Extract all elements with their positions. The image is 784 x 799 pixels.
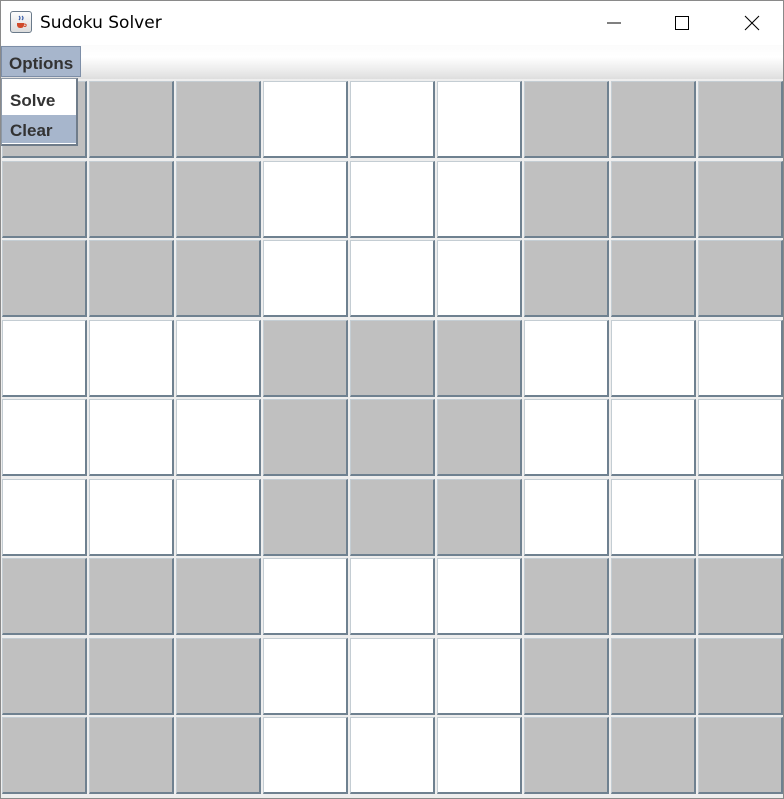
sudoku-cell-r9-c7[interactable] xyxy=(524,717,609,794)
sudoku-cell-r4-c5[interactable] xyxy=(350,320,435,397)
sudoku-grid xyxy=(2,81,783,798)
sudoku-cell-r4-c9[interactable] xyxy=(698,320,783,397)
sudoku-cell-r6-c3[interactable] xyxy=(176,479,261,556)
sudoku-cell-r6-c6[interactable] xyxy=(437,479,522,556)
options-dropdown: Solve Clear xyxy=(1,78,78,146)
close-icon xyxy=(744,15,760,31)
sudoku-cell-r7-c5[interactable] xyxy=(350,558,435,635)
sudoku-cell-r3-c6[interactable] xyxy=(437,240,522,317)
sudoku-cell-r5-c9[interactable] xyxy=(698,399,783,476)
sudoku-cell-r4-c4[interactable] xyxy=(263,320,348,397)
sudoku-cell-r9-c8[interactable] xyxy=(611,717,696,794)
sudoku-cell-r7-c4[interactable] xyxy=(263,558,348,635)
sudoku-cell-r6-c7[interactable] xyxy=(524,479,609,556)
maximize-button[interactable] xyxy=(647,1,717,45)
sudoku-cell-r8-c8[interactable] xyxy=(611,638,696,715)
sudoku-cell-r6-c5[interactable] xyxy=(350,479,435,556)
sudoku-cell-r7-c7[interactable] xyxy=(524,558,609,635)
sudoku-cell-r3-c5[interactable] xyxy=(350,240,435,317)
sudoku-cell-r4-c1[interactable] xyxy=(2,320,87,397)
app-window: Sudoku Solver Options Solve Clear xyxy=(0,0,784,799)
sudoku-cell-r9-c3[interactable] xyxy=(176,717,261,794)
sudoku-cell-r1-c2[interactable] xyxy=(89,81,174,158)
sudoku-cell-r5-c6[interactable] xyxy=(437,399,522,476)
sudoku-cell-r7-c6[interactable] xyxy=(437,558,522,635)
sudoku-cell-r5-c1[interactable] xyxy=(2,399,87,476)
sudoku-cell-r6-c1[interactable] xyxy=(2,479,87,556)
sudoku-cell-r1-c6[interactable] xyxy=(437,81,522,158)
sudoku-cell-r2-c3[interactable] xyxy=(176,161,261,238)
sudoku-cell-r9-c9[interactable] xyxy=(698,717,783,794)
sudoku-cell-r8-c4[interactable] xyxy=(263,638,348,715)
sudoku-cell-r1-c3[interactable] xyxy=(176,81,261,158)
sudoku-cell-r3-c1[interactable] xyxy=(2,240,87,317)
sudoku-cell-r5-c7[interactable] xyxy=(524,399,609,476)
java-cup-icon xyxy=(10,11,32,33)
sudoku-cell-r7-c9[interactable] xyxy=(698,558,783,635)
sudoku-cell-r3-c3[interactable] xyxy=(176,240,261,317)
title-bar[interactable]: Sudoku Solver xyxy=(1,1,783,45)
menu-bar: Options xyxy=(1,45,783,79)
sudoku-cell-r1-c5[interactable] xyxy=(350,81,435,158)
sudoku-cell-r1-c9[interactable] xyxy=(698,81,783,158)
sudoku-cell-r9-c4[interactable] xyxy=(263,717,348,794)
sudoku-cell-r2-c6[interactable] xyxy=(437,161,522,238)
menu-item-solve[interactable]: Solve xyxy=(2,85,76,113)
sudoku-cell-r3-c2[interactable] xyxy=(89,240,174,317)
sudoku-cell-r8-c6[interactable] xyxy=(437,638,522,715)
sudoku-cell-r2-c1[interactable] xyxy=(2,161,87,238)
window-title: Sudoku Solver xyxy=(40,13,162,33)
sudoku-cell-r9-c6[interactable] xyxy=(437,717,522,794)
sudoku-cell-r4-c2[interactable] xyxy=(89,320,174,397)
sudoku-cell-r2-c5[interactable] xyxy=(350,161,435,238)
sudoku-cell-r1-c4[interactable] xyxy=(263,81,348,158)
sudoku-cell-r8-c3[interactable] xyxy=(176,638,261,715)
sudoku-cell-r8-c5[interactable] xyxy=(350,638,435,715)
sudoku-cell-r4-c3[interactable] xyxy=(176,320,261,397)
sudoku-cell-r8-c7[interactable] xyxy=(524,638,609,715)
sudoku-cell-r7-c3[interactable] xyxy=(176,558,261,635)
sudoku-cell-r5-c3[interactable] xyxy=(176,399,261,476)
sudoku-cell-r8-c2[interactable] xyxy=(89,638,174,715)
sudoku-cell-r3-c4[interactable] xyxy=(263,240,348,317)
sudoku-cell-r2-c9[interactable] xyxy=(698,161,783,238)
sudoku-cell-r9-c5[interactable] xyxy=(350,717,435,794)
sudoku-cell-r2-c4[interactable] xyxy=(263,161,348,238)
sudoku-cell-r3-c7[interactable] xyxy=(524,240,609,317)
minimize-icon xyxy=(607,22,621,24)
sudoku-cell-r9-c1[interactable] xyxy=(2,717,87,794)
menu-item-clear[interactable]: Clear xyxy=(2,115,76,143)
sudoku-cell-r4-c8[interactable] xyxy=(611,320,696,397)
sudoku-cell-r9-c2[interactable] xyxy=(89,717,174,794)
sudoku-cell-r5-c4[interactable] xyxy=(263,399,348,476)
sudoku-cell-r2-c8[interactable] xyxy=(611,161,696,238)
sudoku-cell-r4-c7[interactable] xyxy=(524,320,609,397)
close-button[interactable] xyxy=(717,1,783,45)
sudoku-cell-r7-c2[interactable] xyxy=(89,558,174,635)
sudoku-cell-r5-c8[interactable] xyxy=(611,399,696,476)
sudoku-cell-r3-c9[interactable] xyxy=(698,240,783,317)
sudoku-cell-r1-c7[interactable] xyxy=(524,81,609,158)
sudoku-cell-r1-c8[interactable] xyxy=(611,81,696,158)
sudoku-cell-r6-c9[interactable] xyxy=(698,479,783,556)
sudoku-cell-r8-c1[interactable] xyxy=(2,638,87,715)
sudoku-cell-r7-c1[interactable] xyxy=(2,558,87,635)
sudoku-cell-r2-c7[interactable] xyxy=(524,161,609,238)
sudoku-cell-r5-c5[interactable] xyxy=(350,399,435,476)
sudoku-cell-r6-c2[interactable] xyxy=(89,479,174,556)
sudoku-cell-r2-c2[interactable] xyxy=(89,161,174,238)
options-menu[interactable]: Options xyxy=(1,46,81,77)
sudoku-cell-r7-c8[interactable] xyxy=(611,558,696,635)
maximize-icon xyxy=(675,16,689,30)
sudoku-cell-r8-c9[interactable] xyxy=(698,638,783,715)
sudoku-cell-r6-c8[interactable] xyxy=(611,479,696,556)
sudoku-cell-r6-c4[interactable] xyxy=(263,479,348,556)
sudoku-cell-r5-c2[interactable] xyxy=(89,399,174,476)
sudoku-cell-r4-c6[interactable] xyxy=(437,320,522,397)
sudoku-cell-r3-c8[interactable] xyxy=(611,240,696,317)
minimize-button[interactable] xyxy=(579,1,649,45)
